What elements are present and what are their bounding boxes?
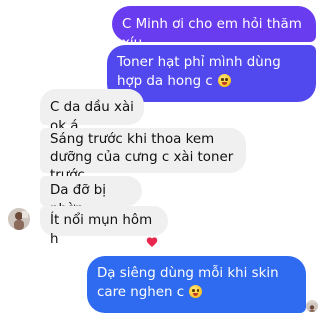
grinning-face-emoji xyxy=(189,285,203,298)
incoming-message[interactable]: C da dầu xài ok á xyxy=(40,89,144,134)
outgoing-message[interactable]: Dạ siêng dùng mỗi khi skin care nghen c xyxy=(87,256,306,313)
message-text: Toner hạt phỉ mình dùng hợp da hong c xyxy=(117,55,281,89)
incoming-message[interactable]: Sáng trước khi thoa kem dưỡng của cưng c… xyxy=(40,128,246,183)
heart-icon xyxy=(146,237,158,247)
seen-avatar xyxy=(306,300,318,312)
incoming-message[interactable]: Ít nổi mụn hôm h xyxy=(40,206,168,247)
incoming-message[interactable]: Da đỡ bị nhờn xyxy=(40,176,142,217)
outgoing-message[interactable]: C Minh ơi cho em hỏi thăm xíu xyxy=(112,6,316,51)
grinning-face-emoji xyxy=(217,74,231,87)
message-text: Ít nổi mụn hôm h xyxy=(50,213,153,247)
avatar-image xyxy=(8,208,30,230)
contact-avatar[interactable] xyxy=(8,208,30,230)
avatar-image xyxy=(306,303,318,312)
message-text: Dạ siêng dùng mỗi khi skin care nghen c xyxy=(97,266,279,300)
